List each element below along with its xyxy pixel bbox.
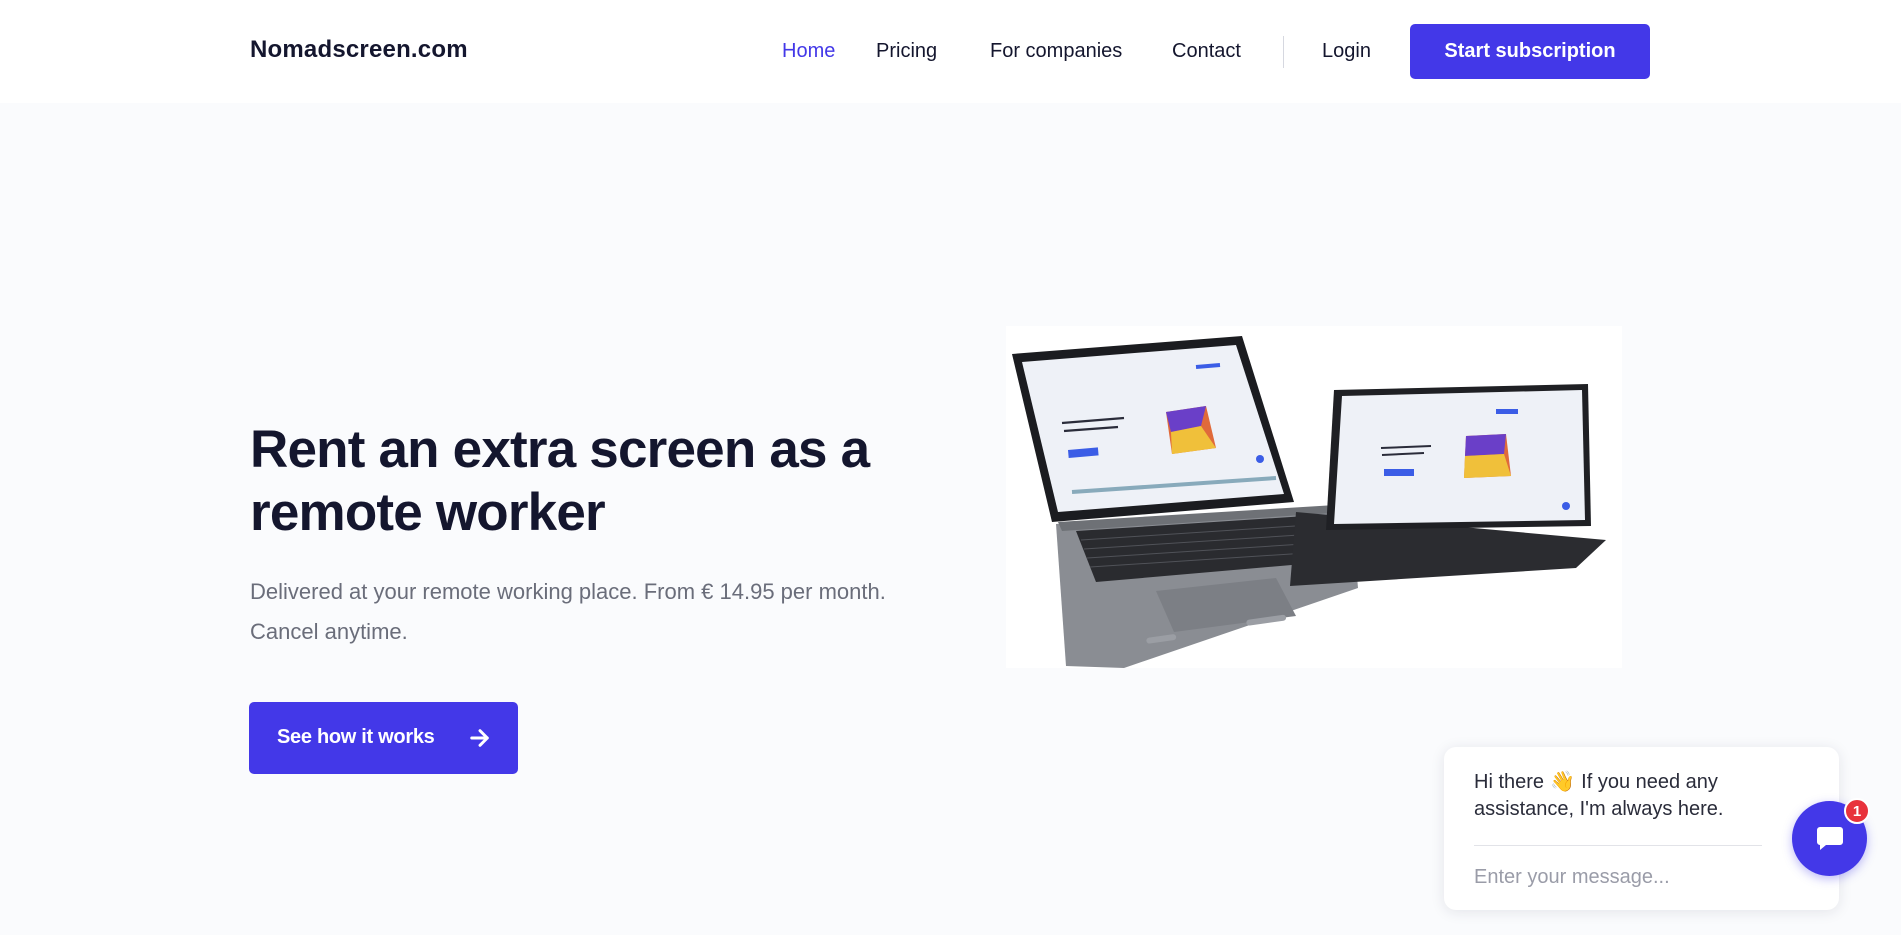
nav-login[interactable]: Login [1322, 40, 1371, 63]
site-logo[interactable]: Nomadscreen.com [250, 36, 468, 64]
nav-home[interactable]: Home [782, 40, 835, 63]
unread-count-badge: 1 [1844, 798, 1870, 824]
chat-message-input[interactable] [1474, 859, 1774, 895]
hero-title: Rent an extra screen as a remote worker [250, 420, 870, 542]
site-header: Nomadscreen.com Home Pricing For compani… [0, 0, 1901, 103]
hero-subtitle: Delivered at your remote working place. … [250, 579, 886, 644]
nav-for-companies[interactable]: For companies [990, 40, 1122, 63]
chat-divider [1474, 845, 1762, 846]
laptop-and-monitor-illustration [1012, 336, 1606, 668]
nav-contact[interactable]: Contact [1172, 40, 1241, 63]
see-how-it-works-label: See how it works [277, 726, 435, 748]
chat-greeting-start: Hi there [1474, 771, 1545, 793]
chat-icon [1817, 827, 1843, 850]
chat-message-popup: Hi there 👋 If you need any assistance, I… [1444, 747, 1839, 910]
waving-hand-icon: 👋 [1550, 771, 1576, 793]
chat-greeting: Hi there 👋 If you need any assistance, I… [1474, 769, 1794, 823]
nav-divider [1283, 36, 1284, 68]
arrow-right-icon [470, 729, 489, 747]
product-image [1006, 326, 1622, 668]
start-subscription-button[interactable]: Start subscription [1410, 24, 1650, 79]
see-how-it-works-button[interactable]: See how it works [249, 702, 518, 774]
nav-pricing[interactable]: Pricing [876, 40, 937, 63]
